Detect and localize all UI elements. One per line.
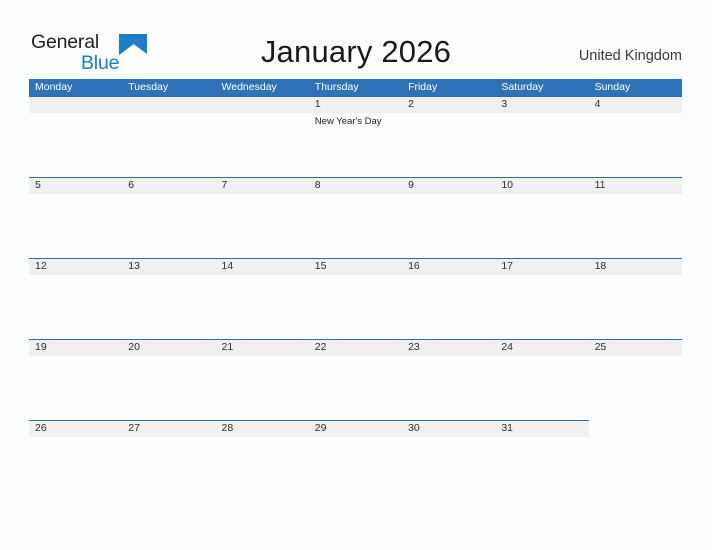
day-cell-empty xyxy=(589,420,682,501)
day-cell[interactable]: 6 xyxy=(122,177,215,258)
week-cells: 1 New Year's Day 2 3 4 xyxy=(29,96,682,177)
day-number: 29 xyxy=(314,422,327,434)
day-cell[interactable]: 8 xyxy=(309,177,402,258)
day-cell[interactable]: 21 xyxy=(216,339,309,420)
day-cell[interactable]: 16 xyxy=(402,258,495,339)
day-number: 27 xyxy=(128,422,140,434)
day-cell[interactable]: 29 xyxy=(309,420,402,501)
day-cell[interactable]: 13 xyxy=(122,258,215,339)
day-number: 8 xyxy=(314,179,321,191)
day-cell-empty xyxy=(216,96,309,177)
day-number: 19 xyxy=(35,341,47,353)
day-number: 26 xyxy=(35,422,47,434)
page-header: General Blue January 2026 United Kingdom xyxy=(0,0,712,78)
day-number: 24 xyxy=(501,341,514,353)
day-cell[interactable]: 5 xyxy=(29,177,122,258)
day-number: 4 xyxy=(594,98,601,110)
day-cell[interactable]: 31 xyxy=(495,420,588,501)
day-number: 17 xyxy=(501,260,514,272)
calendar-week-row: 26 27 28 29 30 31 xyxy=(29,420,682,501)
calendar-week-row: 19 20 21 22 23 24 25 xyxy=(29,339,682,420)
day-number: 14 xyxy=(221,260,234,272)
weekday-header-saturday: Saturday xyxy=(501,81,544,93)
week-cells: 5 6 7 8 9 10 11 xyxy=(29,177,682,258)
day-number: 9 xyxy=(408,179,414,191)
week-cells: 12 13 14 15 16 17 18 xyxy=(29,258,682,339)
day-cell[interactable]: 17 xyxy=(495,258,588,339)
weekday-header-wednesday: Wednesday xyxy=(221,81,277,93)
day-number: 20 xyxy=(128,341,140,353)
weekday-header-friday: Friday xyxy=(408,81,438,93)
day-cell[interactable]: 9 xyxy=(402,177,495,258)
day-cell[interactable]: 3 xyxy=(495,96,588,177)
day-cell[interactable]: 23 xyxy=(402,339,495,420)
day-cell[interactable]: 30 xyxy=(402,420,495,501)
day-cell[interactable]: 24 xyxy=(495,339,588,420)
day-cell-empty xyxy=(122,96,215,177)
day-number: 15 xyxy=(314,260,327,272)
calendar-week-row: 5 6 7 8 9 10 11 xyxy=(29,177,682,258)
day-number: 31 xyxy=(501,422,514,434)
day-number: 16 xyxy=(408,260,420,272)
day-number: 18 xyxy=(594,260,607,272)
day-cell[interactable]: 11 xyxy=(589,177,682,258)
day-number: 11 xyxy=(594,179,606,191)
day-number: 2 xyxy=(408,98,414,110)
day-cell[interactable]: 26 xyxy=(29,420,122,501)
day-cell[interactable]: 28 xyxy=(216,420,309,501)
calendar-grid: Monday Tuesday Wednesday Thursday Friday Satu… xyxy=(29,79,682,501)
day-cell[interactable]: 27 xyxy=(122,420,215,501)
calendar-week-row: 12 13 14 15 16 17 18 xyxy=(29,258,682,339)
day-number: 30 xyxy=(408,422,420,434)
day-number: 7 xyxy=(221,179,228,191)
day-number: 6 xyxy=(128,179,135,191)
calendar-weeks: 1 New Year's Day 2 3 4 5 6 7 8 9 10 11 12 13 14 15 16 17 1… xyxy=(29,96,682,501)
day-cell-empty xyxy=(29,96,122,177)
day-cell[interactable]: 4 xyxy=(589,96,682,177)
country-label: United Kingdom xyxy=(578,48,682,64)
day-cell[interactable]: 19 xyxy=(29,339,122,420)
day-cell[interactable]: 25 xyxy=(589,339,682,420)
day-cell[interactable]: 12 xyxy=(29,258,122,339)
weekday-header-row: Monday Tuesday Wednesday Thursday Friday Satu… xyxy=(29,79,682,96)
day-cell[interactable]: 18 xyxy=(589,258,682,339)
weekday-header-tuesday: Tuesday xyxy=(128,81,169,93)
week-cells: 19 20 21 22 23 24 25 xyxy=(29,339,682,420)
day-number: 12 xyxy=(35,260,47,272)
day-cell[interactable]: 10 xyxy=(495,177,588,258)
day-number: 1 xyxy=(314,98,321,110)
day-number: 25 xyxy=(594,341,607,353)
day-cell[interactable]: 15 xyxy=(309,258,402,339)
calendar-page: General Blue January 2026 United Kingdom… xyxy=(0,0,712,550)
weekday-header-monday: Monday xyxy=(35,81,73,93)
day-number: 13 xyxy=(128,260,140,272)
calendar-week-row: 1 New Year's Day 2 3 4 xyxy=(29,96,682,177)
day-cell[interactable]: 14 xyxy=(216,258,309,339)
day-number: 21 xyxy=(221,341,234,353)
day-number: 28 xyxy=(221,422,234,434)
day-number: 5 xyxy=(35,179,41,191)
week-cells: 26 27 28 29 30 31 xyxy=(29,420,682,501)
day-cell[interactable]: 22 xyxy=(309,339,402,420)
weekday-header-thursday: Thursday xyxy=(314,81,359,93)
day-cell[interactable]: 7 xyxy=(216,177,309,258)
day-number: 23 xyxy=(408,341,420,353)
day-number: 10 xyxy=(501,179,514,191)
day-cell[interactable]: 20 xyxy=(122,339,215,420)
day-cell[interactable]: 2 xyxy=(402,96,495,177)
holiday-event: New Year's Day xyxy=(314,116,382,127)
day-number: 3 xyxy=(501,98,508,110)
day-cell[interactable]: 1 New Year's Day xyxy=(309,96,402,177)
day-events: New Year's Day xyxy=(315,113,399,128)
day-number: 22 xyxy=(314,341,327,353)
weekday-header-sunday: Sunday xyxy=(594,81,631,93)
